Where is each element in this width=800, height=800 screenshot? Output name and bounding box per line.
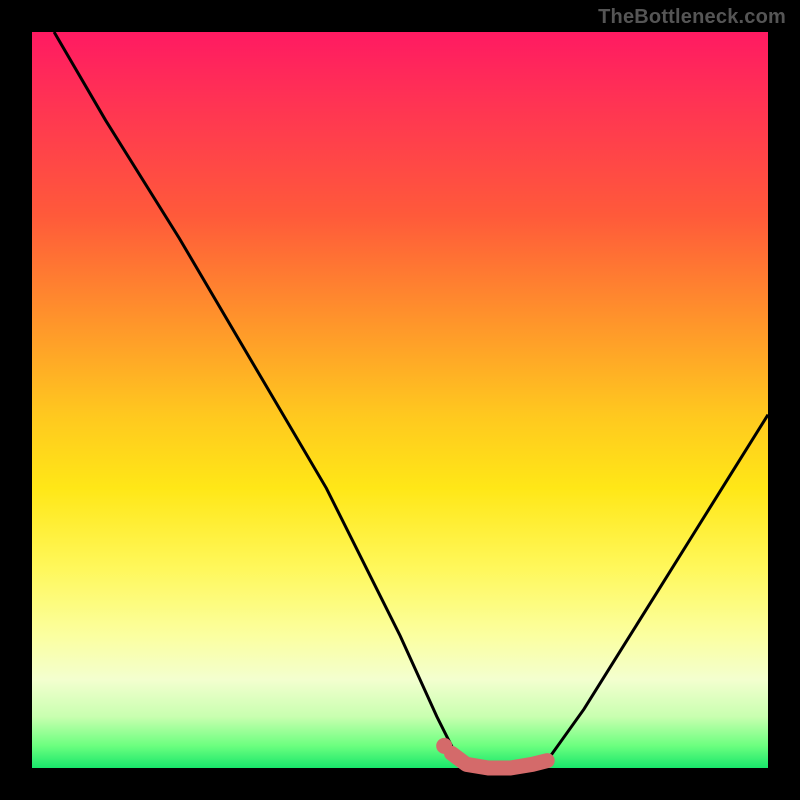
attribution-text: TheBottleneck.com (598, 6, 786, 29)
curve-layer (32, 32, 768, 768)
optimal-plateau-path (452, 753, 548, 768)
chart-frame: TheBottleneck.com (0, 0, 800, 800)
plateau-start-dot (436, 738, 452, 754)
plot-area (32, 32, 768, 768)
bottleneck-curve-path (54, 32, 768, 768)
